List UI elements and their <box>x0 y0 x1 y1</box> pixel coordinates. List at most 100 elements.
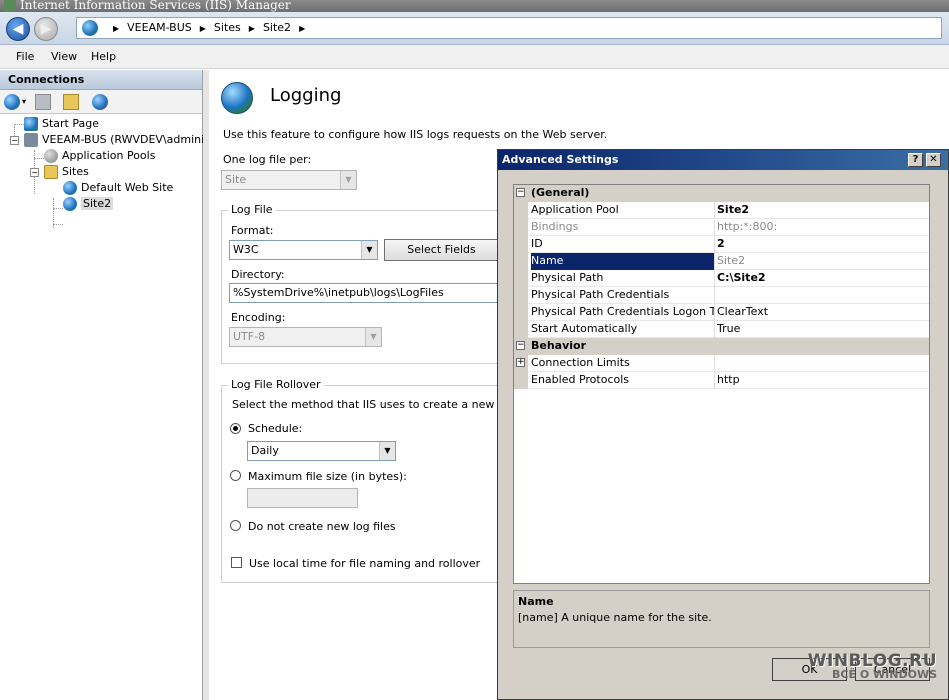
collapse-icon[interactable]: − <box>516 188 525 197</box>
collapse-sites-icon[interactable]: − <box>30 168 39 177</box>
property-row[interactable]: Enabled Protocols http <box>514 372 929 389</box>
category-label: Behavior <box>531 339 587 352</box>
no-new-files-radio[interactable] <box>230 520 241 531</box>
up-folder-icon[interactable] <box>63 94 79 110</box>
tree-label: VEEAM-BUS (RWVDEV\administra <box>42 133 226 146</box>
dialog-title-bar[interactable]: Advanced Settings ? ✕ <box>498 150 948 170</box>
help-icon[interactable]: ? <box>908 153 923 167</box>
expand-icon[interactable]: + <box>516 358 525 367</box>
property-name: Enabled Protocols <box>531 373 630 386</box>
property-row[interactable]: + Connection Limits <box>514 355 929 372</box>
iis-app-icon <box>4 0 16 12</box>
max-size-radio[interactable] <box>230 470 241 481</box>
category-general[interactable]: − (General) <box>514 185 929 202</box>
no-new-files-label: Do not create new log files <box>248 520 396 533</box>
connect-icon[interactable] <box>4 94 20 110</box>
property-value[interactable]: C:\Site2 <box>717 270 927 287</box>
property-value[interactable] <box>717 287 927 304</box>
close-icon[interactable]: ✕ <box>926 153 941 167</box>
forward-arrow-icon: ▶ <box>40 21 52 37</box>
site-globe-icon <box>63 197 77 211</box>
one-log-file-per-value: Site <box>225 173 247 186</box>
property-name: Name <box>531 253 714 270</box>
rollover-description: Select the method that IIS uses to creat… <box>232 398 535 411</box>
property-row[interactable]: Application Pool Site2 <box>514 202 929 219</box>
schedule-radio[interactable] <box>230 423 241 434</box>
back-arrow-icon: ◀ <box>12 21 24 37</box>
crumb-separator-icon[interactable]: ▶ <box>113 19 119 39</box>
property-row[interactable]: ID 2 <box>514 236 929 253</box>
crumb-sites[interactable]: Sites <box>214 21 241 34</box>
crumb-separator-icon[interactable]: ▶ <box>200 19 206 39</box>
tree-label: Application Pools <box>62 149 156 162</box>
page-title: Logging <box>270 85 342 106</box>
collapse-icon[interactable]: − <box>516 341 525 350</box>
format-select[interactable]: W3C ▼ <box>229 240 378 260</box>
format-label: Format: <box>231 224 274 237</box>
category-label: (General) <box>531 186 590 199</box>
tree-item-site2[interactable]: Site2 <box>63 196 114 212</box>
encoding-value: UTF-8 <box>233 330 266 343</box>
one-log-file-per-select[interactable]: Site ▼ <box>221 170 357 190</box>
property-grid: − (General) Application Pool Site2 Bindin… <box>513 184 930 584</box>
schedule-select[interactable]: Daily ▼ <box>247 441 396 461</box>
advanced-settings-dialog: Advanced Settings ? ✕ − (General) Applic… <box>497 149 949 700</box>
max-size-label: Maximum file size (in bytes): <box>248 470 407 483</box>
dropdown-arrow-icon[interactable]: ▾ <box>22 94 28 110</box>
tree-label: Site2 <box>81 197 114 210</box>
property-name: Application Pool <box>531 203 619 216</box>
menu-help[interactable]: Help <box>85 45 122 69</box>
tree-item-default-site[interactable]: Default Web Site <box>63 180 173 196</box>
property-value[interactable]: ClearText <box>717 304 927 321</box>
select-fields-button[interactable]: Select Fields <box>384 239 499 261</box>
property-row[interactable]: Physical Path C:\Site2 <box>514 270 929 287</box>
globe-icon <box>82 20 98 36</box>
crumb-separator-icon[interactable]: ▶ <box>249 19 255 39</box>
property-value[interactable]: Site2 <box>717 202 927 219</box>
tree-item-sites[interactable]: Sites <box>44 164 89 180</box>
tree-label: Start Page <box>42 117 99 130</box>
directory-input[interactable]: %SystemDrive%\inetpub\logs\LogFiles <box>229 283 504 303</box>
property-value[interactable]: Site2 <box>717 253 927 270</box>
breadcrumb-field[interactable]: ▶ VEEAM-BUS ▶ Sites ▶ Site2 ▶ <box>76 17 942 39</box>
crumb-server[interactable]: VEEAM-BUS <box>127 21 192 34</box>
property-row[interactable]: Physical Path Credentials <box>514 287 929 304</box>
menu-file[interactable]: File <box>10 45 40 69</box>
property-row[interactable]: Physical Path Credentials Logon TypeClea… <box>514 304 929 321</box>
back-button[interactable]: ◀ <box>6 17 30 41</box>
tree-label: Default Web Site <box>81 181 174 194</box>
save-icon[interactable] <box>35 94 51 110</box>
category-behavior[interactable]: − Behavior <box>514 338 929 355</box>
local-time-checkbox[interactable] <box>231 557 242 568</box>
forward-button[interactable]: ▶ <box>34 17 58 41</box>
property-name: Physical Path Credentials <box>531 288 670 301</box>
encoding-select[interactable]: UTF-8 ▼ <box>229 327 382 347</box>
tree-label: Sites <box>62 165 89 178</box>
property-value[interactable] <box>717 355 927 372</box>
menu-view[interactable]: View <box>45 45 83 69</box>
app-pools-icon <box>44 149 58 163</box>
property-value[interactable]: True <box>717 321 927 338</box>
property-value[interactable]: 2 <box>717 236 927 253</box>
tree-item-start-page[interactable]: Start Page <box>24 116 99 132</box>
tree-item-server[interactable]: VEEAM-BUS (RWVDEV\administra <box>24 132 225 148</box>
property-row-selected[interactable]: Name Site2 <box>514 253 929 270</box>
property-name: Connection Limits <box>531 356 630 369</box>
property-row[interactable]: Start Automatically True <box>514 321 929 338</box>
menu-bar: File View Help <box>0 45 949 69</box>
log-file-group-title: Log File <box>228 203 276 216</box>
crumb-site2[interactable]: Site2 <box>263 21 291 34</box>
max-size-input[interactable] <box>247 488 358 508</box>
property-name: Bindings <box>531 220 579 233</box>
property-row[interactable]: Bindings http:*:800: <box>514 219 929 236</box>
property-value[interactable]: http <box>717 372 927 389</box>
address-bar: ◀ ▶ ▶ VEEAM-BUS ▶ Sites ▶ Site2 ▶ <box>0 12 949 45</box>
rollover-group-title: Log File Rollover <box>228 378 324 391</box>
crumb-separator-icon[interactable]: ▶ <box>299 19 305 39</box>
window-title: Internet Information Services (IIS) Mana… <box>20 0 291 12</box>
tree-item-app-pools[interactable]: Application Pools <box>44 148 155 164</box>
collapse-server-icon[interactable]: − <box>10 136 19 145</box>
disconnect-icon[interactable] <box>92 94 108 110</box>
property-value[interactable]: http:*:800: <box>717 219 927 236</box>
dropdown-arrow-icon: ▼ <box>365 328 381 346</box>
